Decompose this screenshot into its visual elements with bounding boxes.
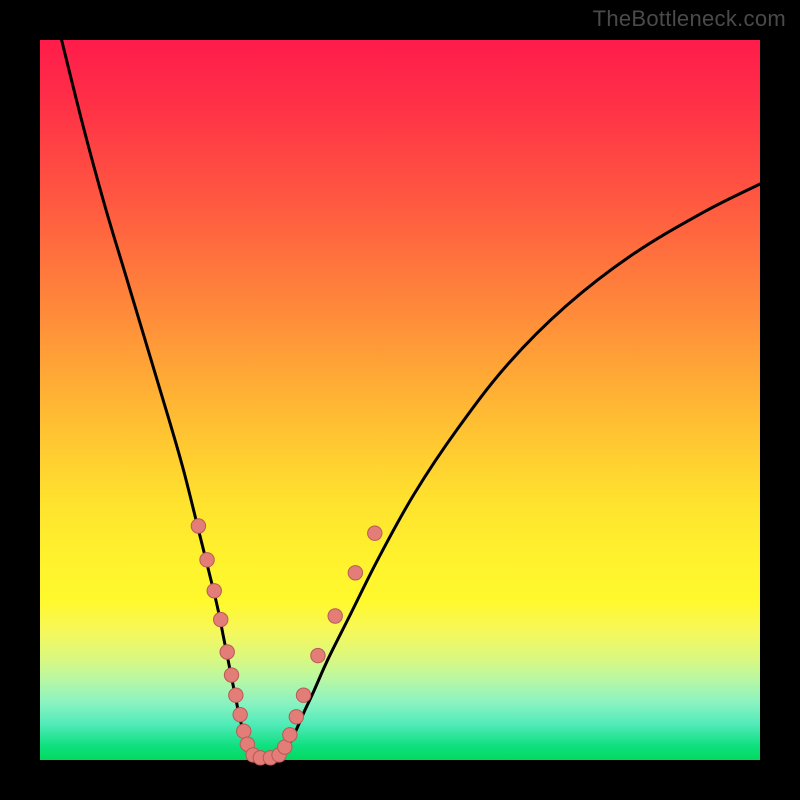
curve-right-branch (283, 184, 760, 754)
data-point (237, 724, 251, 738)
data-point (191, 519, 205, 533)
watermark-text: TheBottleneck.com (593, 6, 786, 32)
chart-overlay (40, 40, 760, 760)
data-point (200, 553, 214, 567)
data-point (348, 566, 362, 580)
data-point (283, 728, 297, 742)
chart-frame: TheBottleneck.com (0, 0, 800, 800)
data-point (224, 668, 238, 682)
data-point (220, 645, 234, 659)
data-point (207, 584, 221, 598)
data-point (296, 688, 310, 702)
data-point (289, 710, 303, 724)
data-point (368, 526, 382, 540)
data-point (311, 648, 325, 662)
data-point (229, 688, 243, 702)
data-point (328, 609, 342, 623)
data-point (233, 707, 247, 721)
data-point-group (191, 519, 382, 765)
data-point (214, 612, 228, 626)
